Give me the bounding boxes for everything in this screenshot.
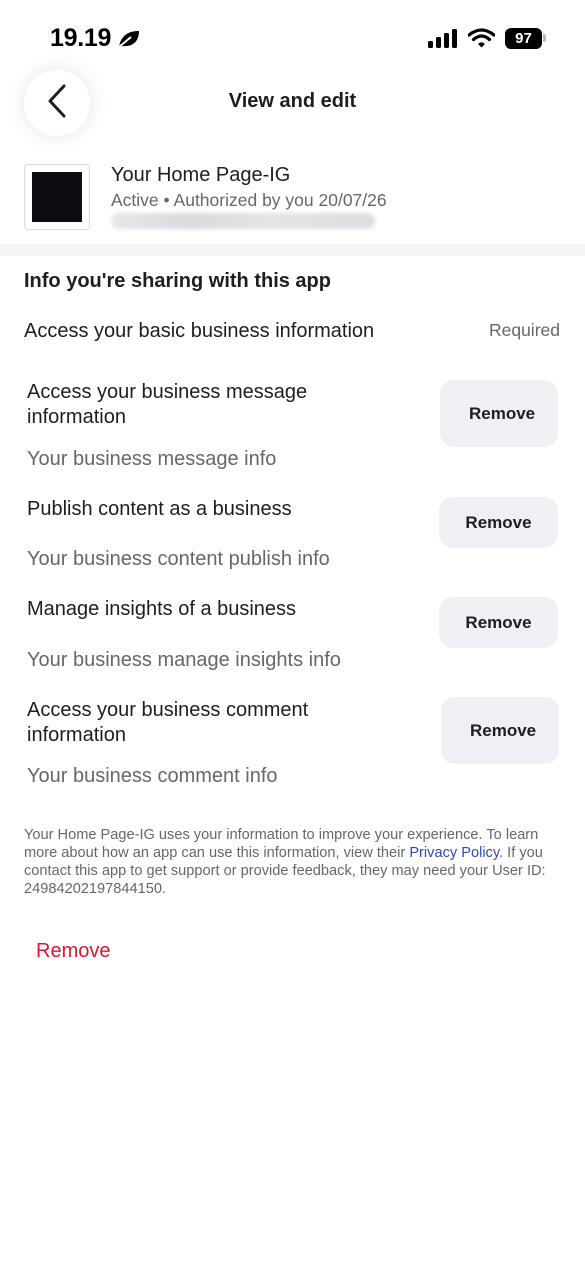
permission-sub: Your business message info bbox=[27, 448, 277, 470]
app-name: Your Home Page-IG bbox=[111, 164, 291, 186]
permission-sub: Your business comment info bbox=[27, 765, 278, 787]
privacy-notice: Your Home Page-IG uses your information … bbox=[24, 826, 564, 898]
status-bar: 19.19 97 bbox=[0, 0, 585, 70]
remove-permission-button[interactable]: Remove bbox=[440, 380, 558, 447]
app-thumbnail bbox=[24, 164, 90, 230]
app-status: Active • Authorized by you 20/07/26 bbox=[111, 190, 387, 210]
permission-label: Publish content as a business bbox=[27, 498, 292, 520]
remove-permission-button[interactable]: Remove bbox=[439, 497, 558, 548]
battery-icon: 97 bbox=[505, 28, 542, 49]
permission-label: Access your business message information bbox=[27, 381, 308, 428]
remove-permission-button[interactable]: Remove bbox=[441, 697, 559, 764]
status-time: 19.19 bbox=[50, 24, 112, 52]
app-logo bbox=[32, 172, 82, 222]
permission-label: Access your business comment information bbox=[27, 699, 309, 746]
battery-tip bbox=[543, 34, 546, 42]
remove-permission-button[interactable]: Remove bbox=[439, 597, 558, 648]
redacted-app-id bbox=[111, 213, 375, 229]
basic-info-label: Access your basic business information bbox=[24, 320, 375, 342]
privacy-policy-link[interactable]: Privacy Policy bbox=[409, 845, 499, 861]
wifi-icon bbox=[467, 28, 496, 53]
cellular-signal-icon bbox=[428, 29, 458, 53]
page-title: View and edit bbox=[228, 90, 357, 112]
permission-label: Manage insights of a business bbox=[27, 598, 297, 620]
section-divider bbox=[0, 244, 585, 256]
required-label: Required bbox=[488, 320, 560, 340]
leaf-icon bbox=[117, 29, 141, 54]
permission-sub: Your business content publish info bbox=[27, 548, 330, 570]
permission-sub: Your business manage insights info bbox=[27, 649, 341, 671]
remove-app-button[interactable]: Remove bbox=[36, 940, 110, 963]
section-title: Info you're sharing with this app bbox=[24, 270, 331, 292]
